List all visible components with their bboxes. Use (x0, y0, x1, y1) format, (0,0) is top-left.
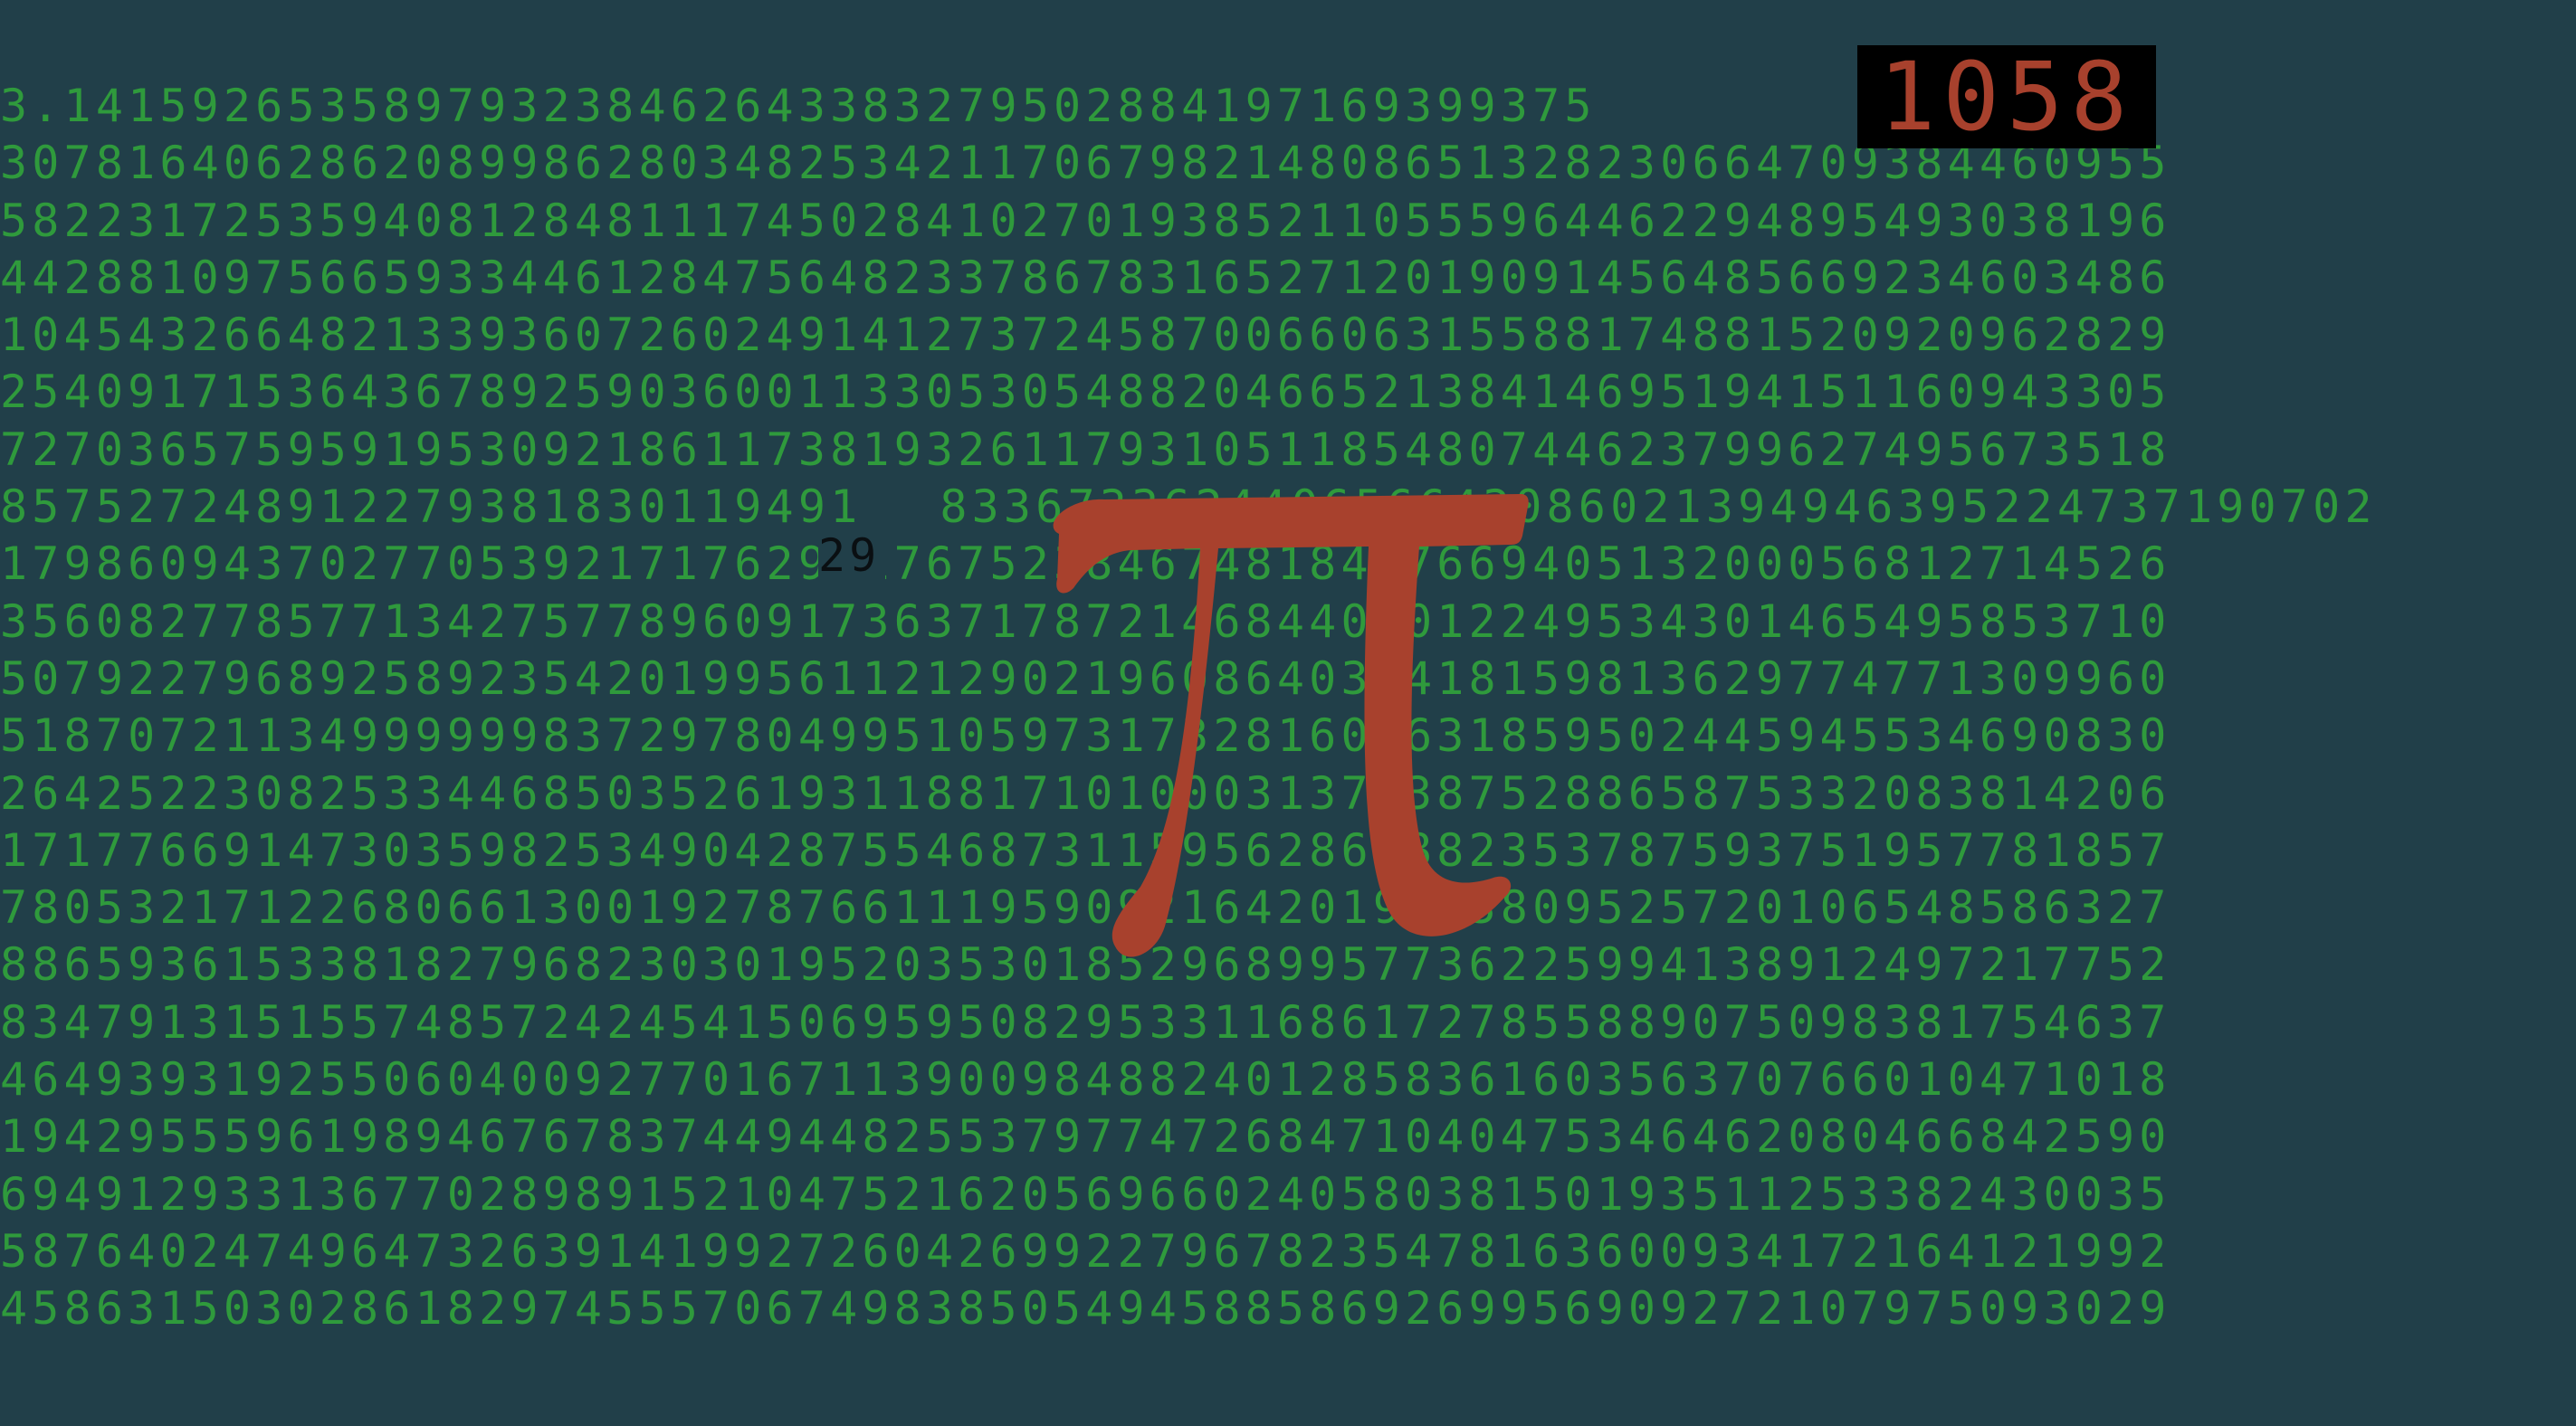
digit-row-7: 7270365759591953092186117381932611793105… (0, 423, 2171, 476)
digit-row-14: 1717766914730359825349042875546873115956… (0, 823, 2171, 877)
digit-row-15: 7805321712268066130019278766111959092164… (0, 881, 2171, 935)
digit-row-19: 1942955596198946767837449448255379774726… (0, 1110, 2171, 1164)
digit-row-17: 8347913151557485724245415069595082953311… (0, 995, 2171, 1049)
digit-row-3: 5822317253594081284811174502841027019385… (0, 194, 2171, 247)
digit-row-4: 4428810975665933446128475648233786783165… (0, 251, 2171, 304)
digit-row-2: 3078164062862089986280348253421170679821… (0, 137, 2171, 190)
digit-row-8: 857527248912279381830119491 8336733624406… (0, 479, 2576, 536)
digit-row-22: 4586315030286182974555706749838505494588… (0, 1282, 2171, 1336)
digit-row-12: 5187072113499999983729780499510597317328… (0, 709, 2171, 763)
game-screen: 3.14159265358979323846264338327950288419… (0, 0, 2576, 1426)
digit-row-10: 3560827785771342757789609173637178721468… (0, 594, 2171, 648)
digit-row-5: 1045432664821339360726024914127372458700… (0, 309, 2171, 362)
digit-row-21: 5876402474964732639141992726042699227967… (0, 1224, 2171, 1278)
pi-digit-grid: 3.14159265358979323846264338327950288419… (0, 78, 2576, 1338)
digit-row-20: 6949129331367702898915210475216205696602… (0, 1167, 2171, 1221)
digit-row-16: 8865936153381827968230301952035301852968… (0, 938, 2171, 992)
digit-row-9: 1798609437027705392171762931767523846748… (0, 537, 2171, 591)
score-value: 1058 (1878, 42, 2135, 152)
score-display: 1058 (1857, 45, 2156, 148)
current-position-marker: 29 (818, 530, 885, 581)
digit-row-1: 3.14159265358979323846264338327950288419… (0, 80, 1597, 132)
digit-row-18: 4649393192550604009277016711390098488240… (0, 1053, 2171, 1107)
digit-row-8-head: 857527248912279381830119491 (0, 480, 863, 534)
digit-row-6: 2540917153643678925903600113305305488204… (0, 366, 2171, 419)
digit-row-11: 5079227968925892354201995611212902196086… (0, 651, 2171, 705)
digit-row-13: 2642522308253344685035261931188171010003… (0, 766, 2171, 820)
digit-row-8-tail: 8336733624406566430860213949463952247371… (940, 480, 2377, 534)
